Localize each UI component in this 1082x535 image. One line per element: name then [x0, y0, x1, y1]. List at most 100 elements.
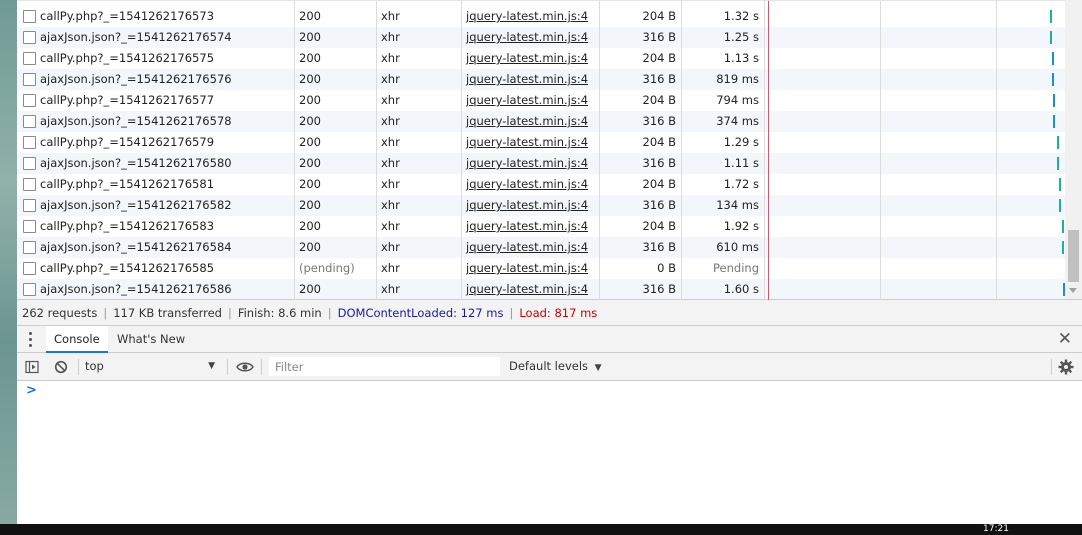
clear-console-icon[interactable] [54, 360, 68, 374]
gear-icon[interactable] [1058, 359, 1074, 375]
row-checkbox[interactable] [23, 283, 36, 296]
table-row[interactable]: ajaxJson.json?_=1541262176584 200 xhr jquer… [17, 237, 1065, 258]
summary-finish: Finish: 8.6 min [237, 306, 322, 320]
request-name[interactable]: ajaxJson.json?_=1541262176578 [17, 111, 294, 132]
row-checkbox[interactable] [23, 178, 36, 191]
initiator-link[interactable]: jquery-latest.min.js:4 [461, 153, 599, 174]
request-name[interactable]: ajaxJson.json?_=1541262176574 [17, 27, 294, 48]
table-row[interactable]: ajaxJson.json?_=1541262176576 200 xhr jquer… [17, 69, 1065, 90]
row-checkbox[interactable] [23, 262, 36, 275]
drawer-tab-bar: Console What's New ✕ [17, 326, 1082, 353]
initiator-link[interactable]: jquery-latest.min.js:4 [461, 48, 599, 69]
row-checkbox[interactable] [23, 10, 36, 23]
row-checkbox[interactable] [23, 220, 36, 233]
request-size: 316 B [642, 114, 677, 128]
row-checkbox[interactable] [23, 94, 36, 107]
row-checkbox[interactable] [23, 115, 36, 128]
request-name-text: ajaxJson.json?_=1541262176576 [40, 72, 232, 86]
waterfall-bar[interactable] [1057, 157, 1059, 170]
row-checkbox[interactable] [23, 157, 36, 170]
row-checkbox[interactable] [23, 199, 36, 212]
request-name[interactable]: ajaxJson.json?_=1541262176576 [17, 69, 294, 90]
initiator-link[interactable]: jquery-latest.min.js:4 [461, 69, 599, 90]
request-name[interactable]: ajaxJson.json?_=1541262176584 [17, 237, 294, 258]
request-name[interactable]: callPy.php?_=1541262176581 [17, 174, 294, 195]
initiator-link[interactable]: jquery-latest.min.js:4 [461, 237, 599, 258]
waterfall-bar[interactable] [1050, 31, 1052, 44]
initiator-link[interactable]: jquery-latest.min.js:4 [461, 111, 599, 132]
request-time: Pending [713, 261, 759, 275]
more-tabs-kebab-icon[interactable] [29, 332, 32, 347]
waterfall-bar[interactable] [1057, 136, 1059, 149]
initiator-link[interactable]: jquery-latest.min.js:4 [461, 258, 599, 279]
table-row[interactable]: callPy.php?_=1541262176575 200 xhr jquery-l… [17, 48, 1065, 69]
request-status: 200 [299, 240, 321, 254]
request-name[interactable]: ajaxJson.json?_=1541262176586 [17, 279, 294, 300]
toolbar-separator [78, 359, 79, 375]
waterfall-bar[interactable] [1052, 52, 1054, 65]
column-divider [461, 1, 462, 300]
waterfall-bar[interactable] [1059, 178, 1061, 191]
initiator-link[interactable]: jquery-latest.min.js:4 [461, 6, 599, 27]
close-drawer-icon[interactable]: ✕ [1058, 329, 1072, 349]
table-row[interactable]: ajaxJson.json?_=1541262176574 200 xhr jquer… [17, 27, 1065, 48]
network-scrollbar[interactable] [1065, 0, 1082, 299]
table-row[interactable]: callPy.php?_=1541262176583 200 xhr jquery-l… [17, 216, 1065, 237]
request-name[interactable]: ajaxJson.json?_=1541262176580 [17, 153, 294, 174]
table-row[interactable]: callPy.php?_=1541262176585 (pending) xhr jq… [17, 258, 1065, 279]
initiator-link[interactable]: jquery-latest.min.js:4 [461, 174, 599, 195]
initiator-link[interactable]: jquery-latest.min.js:4 [461, 279, 599, 300]
request-time: 1.25 s [723, 30, 759, 44]
row-checkbox[interactable] [23, 241, 36, 254]
devtools-panel: callPy.php?_=1541262176573 200 xhr jquery-l… [17, 0, 1082, 524]
waterfall-bar[interactable] [1062, 241, 1064, 254]
request-status: 200 [299, 219, 321, 233]
row-checkbox[interactable] [23, 52, 36, 65]
waterfall-bar[interactable] [1059, 199, 1061, 212]
row-checkbox[interactable] [23, 136, 36, 149]
column-divider [880, 1, 881, 300]
dropdown-arrow-icon: ▼ [208, 361, 215, 371]
request-name[interactable]: callPy.php?_=1541262176583 [17, 216, 294, 237]
live-expression-eye-icon[interactable] [236, 360, 254, 374]
waterfall-bar[interactable] [1062, 220, 1064, 233]
show-sidebar-icon[interactable] [25, 360, 39, 374]
table-row[interactable]: ajaxJson.json?_=1541262176586 200 xhr jquer… [17, 279, 1065, 300]
column-divider [376, 1, 377, 300]
waterfall-bar[interactable] [1053, 115, 1055, 128]
table-row[interactable]: callPy.php?_=1541262176577 200 xhr jquery-l… [17, 90, 1065, 111]
table-row[interactable]: ajaxJson.json?_=1541262176582 200 xhr jquer… [17, 195, 1065, 216]
table-row[interactable]: ajaxJson.json?_=1541262176578 200 xhr jquer… [17, 111, 1065, 132]
request-name[interactable]: callPy.php?_=1541262176579 [17, 132, 294, 153]
tab-console[interactable]: Console [46, 326, 108, 353]
initiator-link[interactable]: jquery-latest.min.js:4 [461, 27, 599, 48]
table-row[interactable]: callPy.php?_=1541262176573 200 xhr jquery-l… [17, 6, 1065, 27]
log-levels-dropdown[interactable]: Default levels ▼ [509, 353, 602, 380]
request-size: 204 B [642, 135, 677, 149]
waterfall-bar[interactable] [1052, 73, 1054, 86]
console-output-area[interactable]: > [17, 381, 1082, 524]
initiator-link[interactable]: jquery-latest.min.js:4 [461, 132, 599, 153]
waterfall-bar[interactable] [1053, 94, 1055, 107]
request-name[interactable]: callPy.php?_=1541262176575 [17, 48, 294, 69]
filter-input[interactable] [269, 357, 500, 376]
request-name[interactable]: callPy.php?_=1541262176573 [17, 6, 294, 27]
request-name[interactable]: callPy.php?_=1541262176577 [17, 90, 294, 111]
request-name[interactable]: ajaxJson.json?_=1541262176582 [17, 195, 294, 216]
request-name[interactable]: callPy.php?_=1541262176585 [17, 258, 294, 279]
table-row[interactable]: callPy.php?_=1541262176579 200 xhr jquery-l… [17, 132, 1065, 153]
initiator-link[interactable]: jquery-latest.min.js:4 [461, 195, 599, 216]
context-select[interactable]: top ▼ [85, 353, 221, 380]
table-row[interactable]: ajaxJson.json?_=1541262176580 200 xhr jquer… [17, 153, 1065, 174]
waterfall-bar[interactable] [1050, 10, 1052, 23]
initiator-link[interactable]: jquery-latest.min.js:4 [461, 90, 599, 111]
scroll-down-arrow-icon[interactable] [1069, 288, 1077, 293]
row-checkbox[interactable] [23, 73, 36, 86]
initiator-link[interactable]: jquery-latest.min.js:4 [461, 216, 599, 237]
request-name-text: ajaxJson.json?_=1541262176574 [40, 30, 232, 44]
row-checkbox[interactable] [23, 31, 36, 44]
table-row[interactable]: callPy.php?_=1541262176581 200 xhr jquery-l… [17, 174, 1065, 195]
scrollbar-thumb[interactable] [1068, 230, 1079, 282]
tab-whats-new[interactable]: What's New [109, 326, 193, 352]
os-taskbar: 17:21 [0, 524, 1082, 535]
